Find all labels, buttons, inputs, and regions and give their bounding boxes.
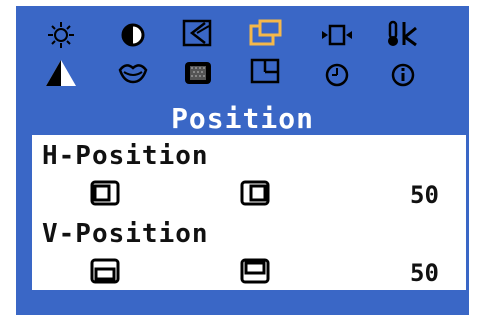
sharpness-icon[interactable]	[44, 58, 78, 88]
timer-icon[interactable]	[320, 60, 354, 90]
contrast-icon[interactable]	[116, 20, 150, 50]
auto-adjust-icon[interactable]	[181, 18, 215, 48]
brightness-icon[interactable]	[44, 20, 78, 50]
h-position-left-icon[interactable]	[90, 179, 120, 207]
h-position-right-icon[interactable]	[240, 179, 270, 207]
position-icon[interactable]	[248, 18, 282, 48]
size-icon[interactable]	[248, 56, 282, 86]
v-position-label: V-Position	[42, 219, 209, 249]
info-icon[interactable]	[386, 60, 420, 90]
v-position-value: 50	[410, 259, 439, 287]
h-position-value: 50	[410, 181, 439, 209]
h-position-label: H-Position	[42, 141, 209, 171]
temperature-icon[interactable]	[386, 18, 420, 48]
face-icon[interactable]	[116, 58, 150, 88]
v-position-up-icon[interactable]	[240, 257, 270, 285]
color-icon[interactable]	[181, 58, 215, 88]
menu-title: Position	[171, 102, 314, 135]
position-settings-panel: H-Position 50 V-Position 50	[32, 135, 466, 290]
v-position-down-icon[interactable]	[90, 257, 120, 285]
osd-menu: Position H-Position 50 V-Position 50	[16, 6, 469, 315]
zoom-icon[interactable]	[320, 20, 354, 50]
